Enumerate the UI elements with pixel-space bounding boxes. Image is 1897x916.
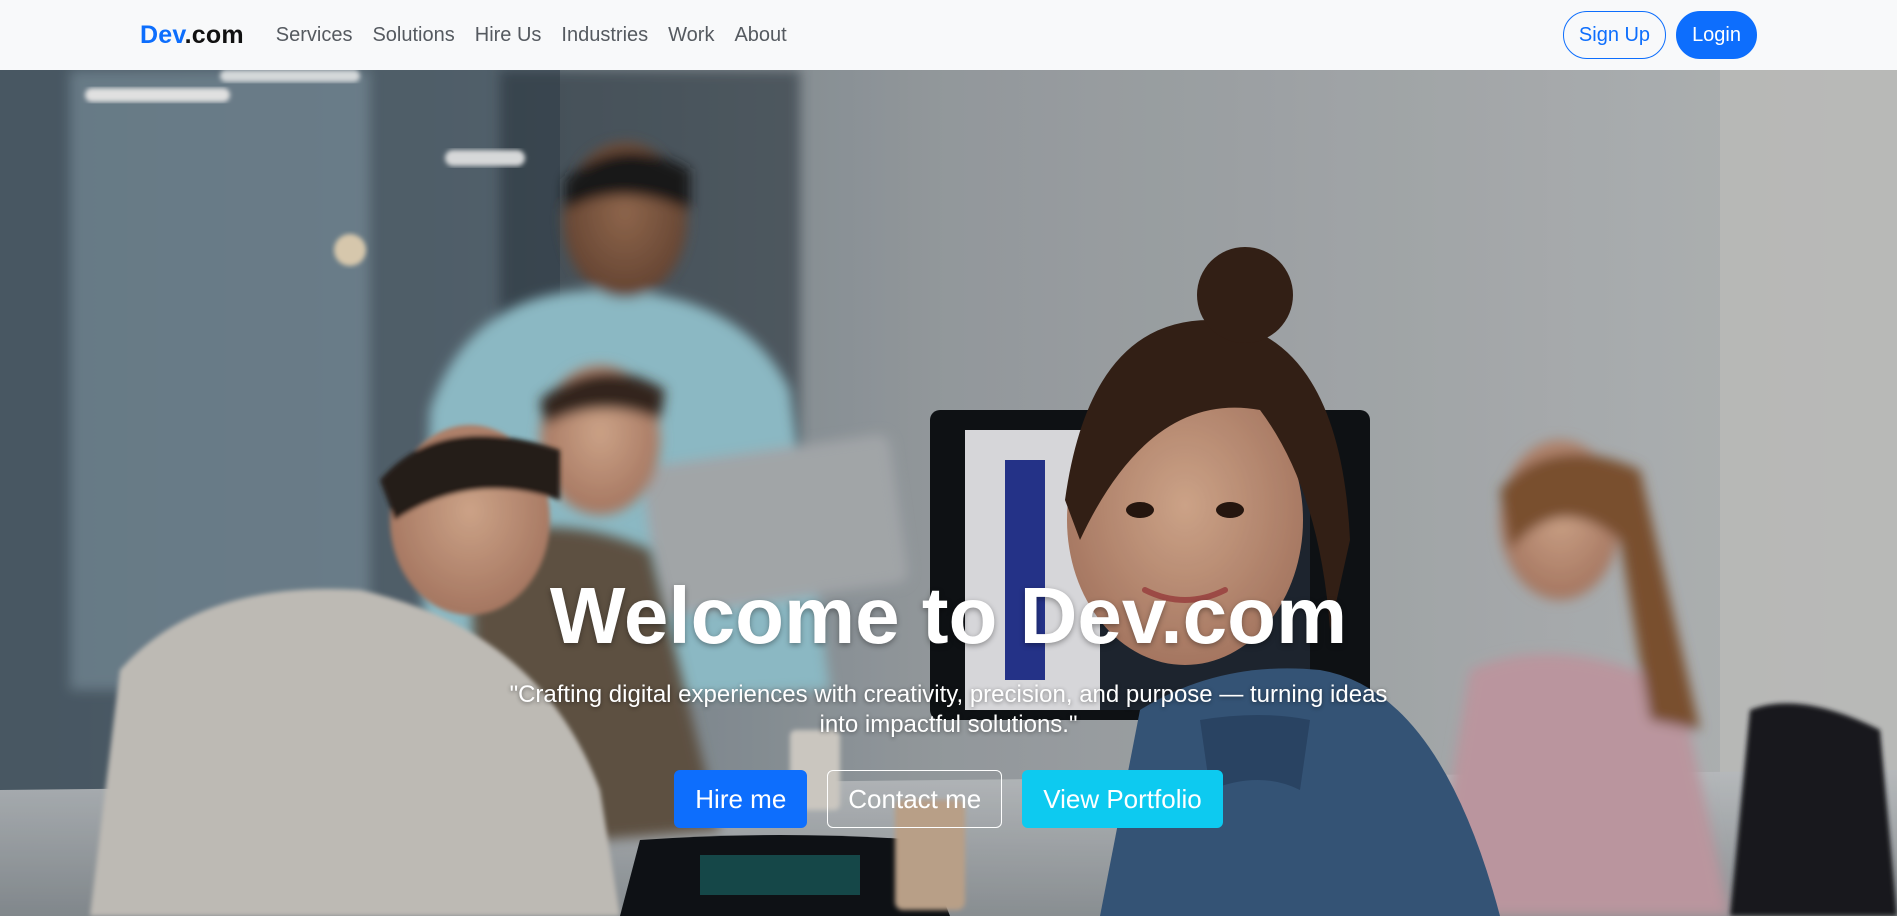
nav-auth-buttons: Sign Up Login (1562, 11, 1757, 59)
login-button[interactable]: Login (1676, 11, 1757, 59)
nav-link-work[interactable]: Work (658, 24, 724, 47)
brand-primary: Dev (140, 20, 185, 49)
hero-title: Welcome to Dev.com (549, 571, 1348, 660)
contact-me-button[interactable]: Contact me (827, 770, 1003, 828)
nav-link-about[interactable]: About (724, 24, 796, 47)
nav-links: Services Solutions Hire Us Industries Wo… (266, 24, 797, 47)
signup-button[interactable]: Sign Up (1562, 11, 1667, 59)
nav-link-hire-us[interactable]: Hire Us (465, 24, 552, 47)
brand-secondary: .com (184, 20, 244, 49)
nav-link-industries[interactable]: Industries (551, 24, 658, 47)
hero-content: Welcome to Dev.com "Crafting digital exp… (0, 570, 1897, 828)
nav-link-services[interactable]: Services (266, 24, 363, 47)
view-portfolio-button[interactable]: View Portfolio (1022, 770, 1223, 828)
hero-tagline: "Crafting digital experiences with creat… (509, 681, 1388, 738)
hero-actions: Hire me Contact me View Portfolio (0, 770, 1897, 828)
hero-section: Welcome to Dev.com "Crafting digital exp… (0, 70, 1897, 916)
nav-link-solutions[interactable]: Solutions (362, 24, 464, 47)
brand-logo[interactable]: Dev.com (140, 21, 244, 50)
hire-me-button[interactable]: Hire me (674, 770, 808, 828)
top-navbar: Dev.com Services Solutions Hire Us Indus… (0, 0, 1897, 70)
